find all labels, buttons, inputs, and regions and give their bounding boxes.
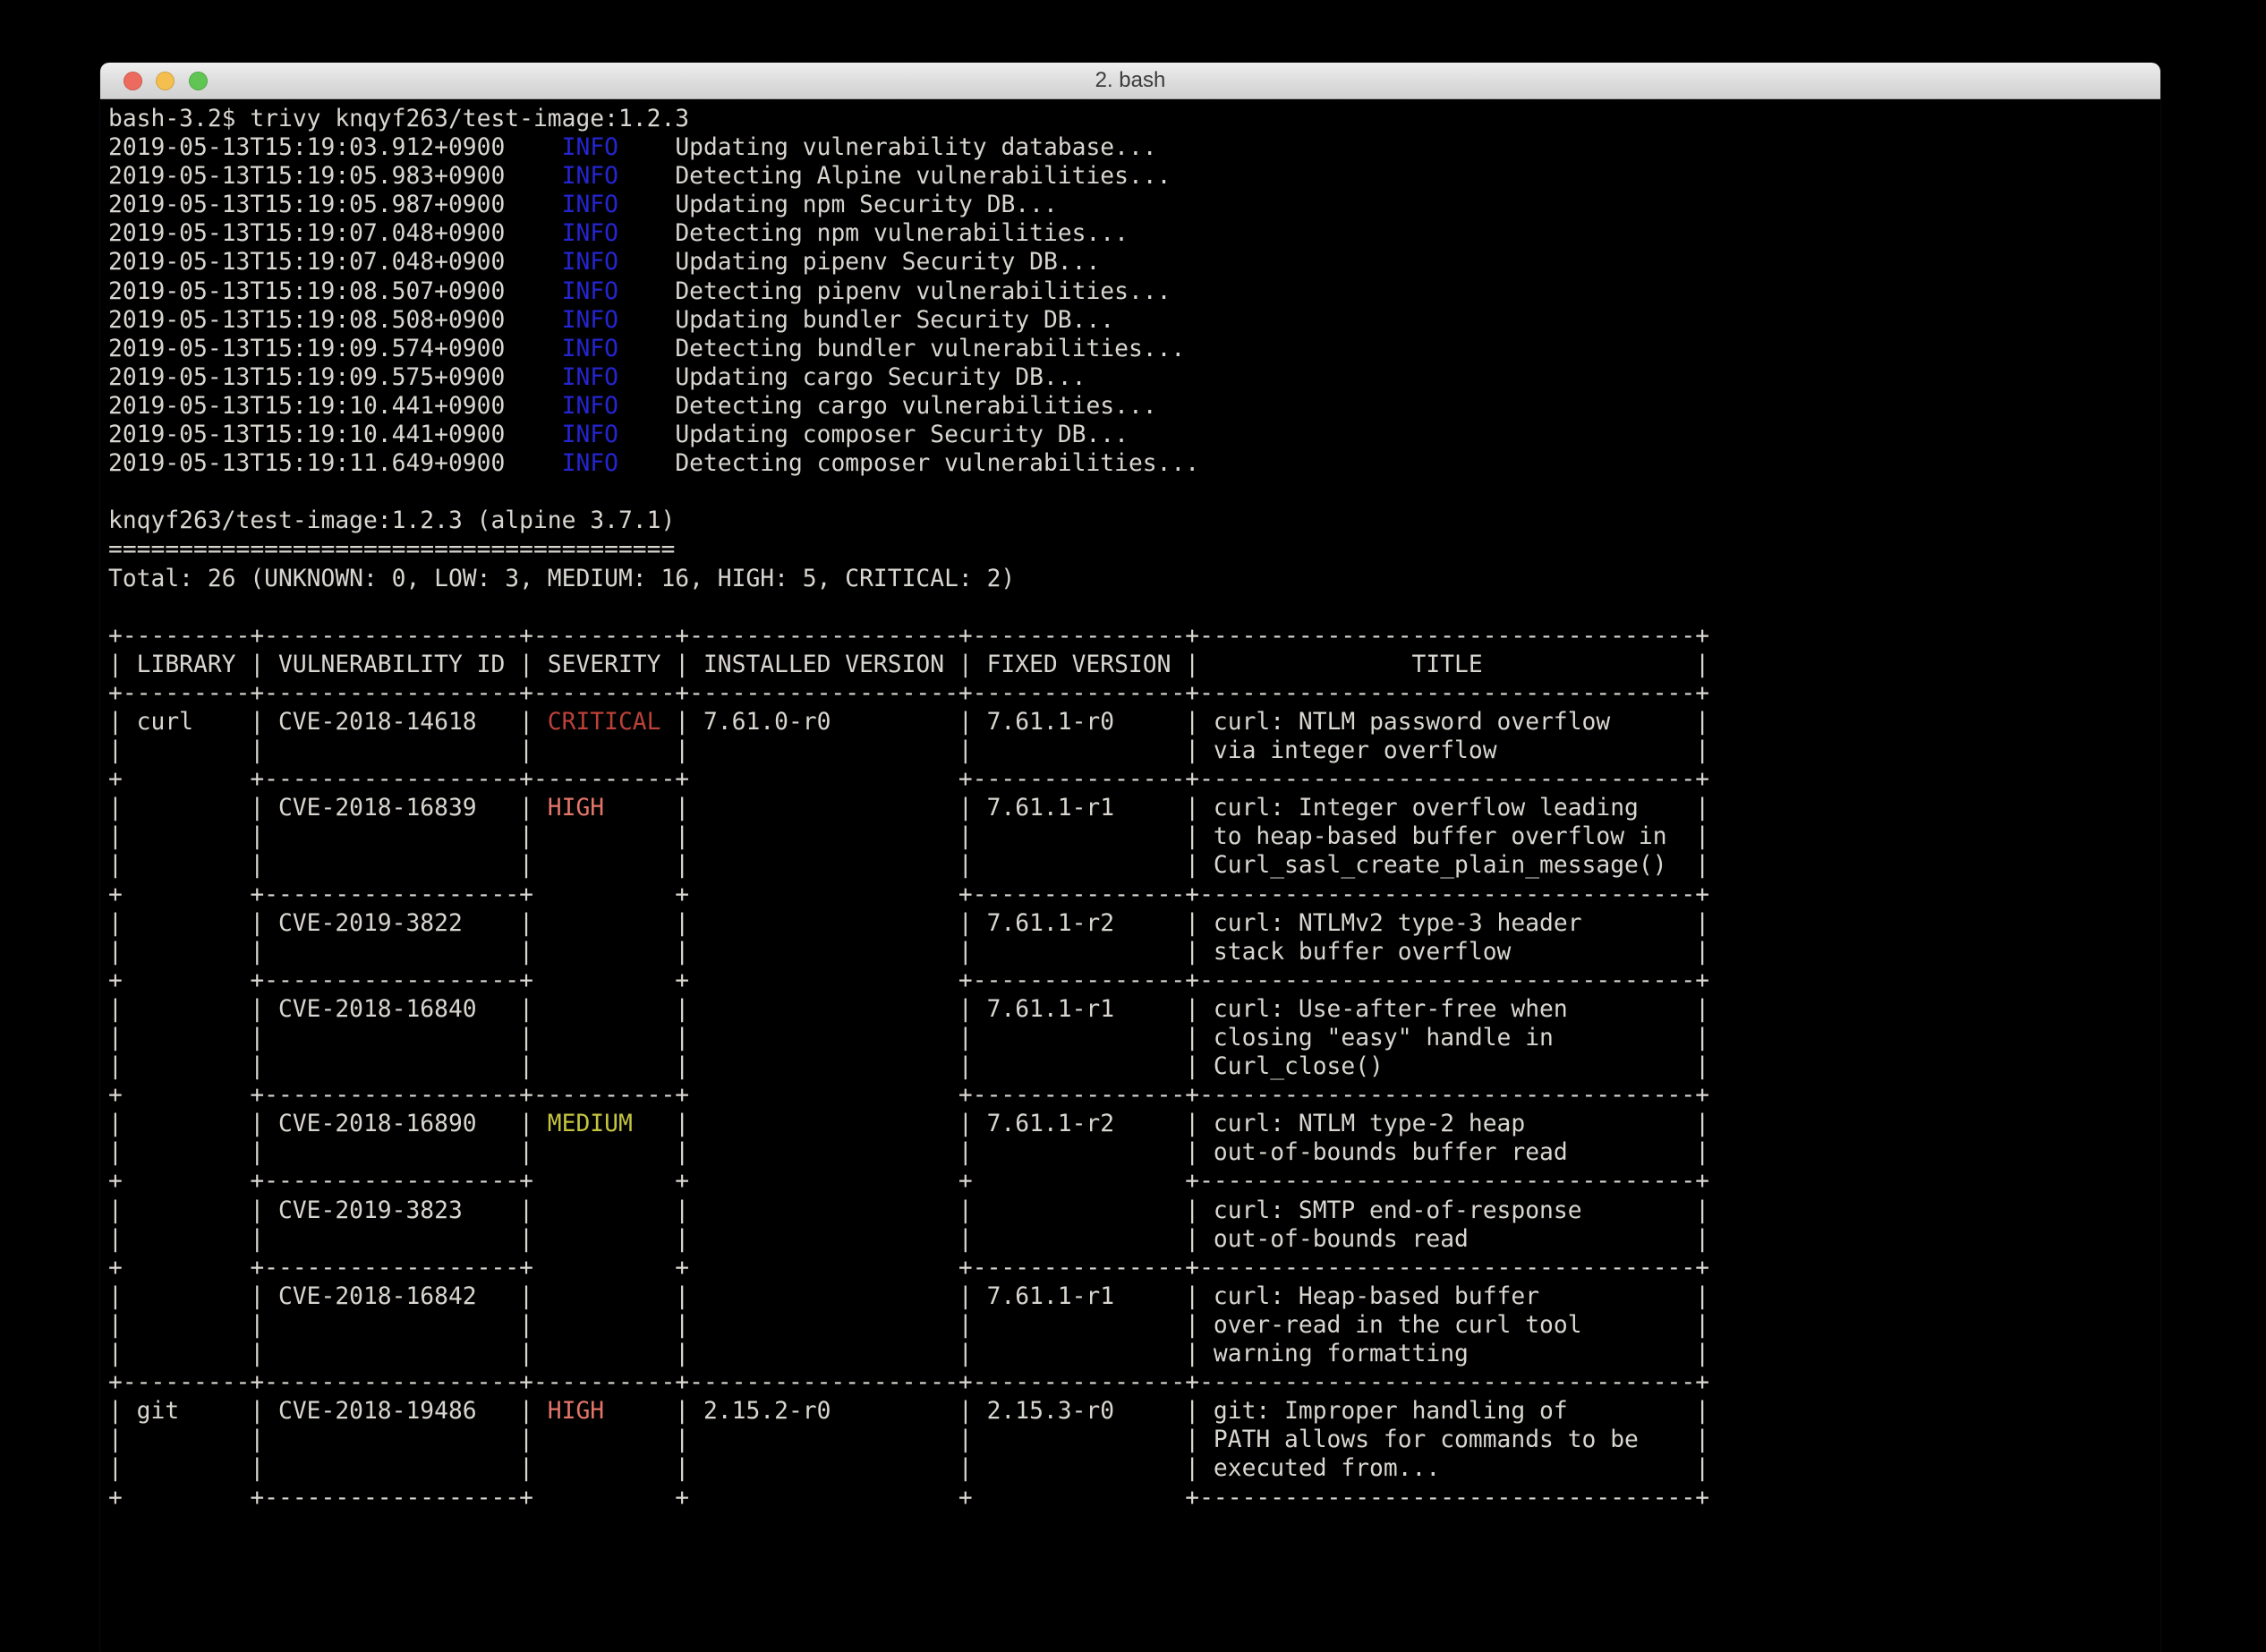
terminal-line: | | | | | | to heap-based buffer overflo…	[108, 822, 2160, 851]
terminal-line: 2019-05-13T15:19:09.575+0900 INFO Updati…	[108, 363, 2160, 392]
terminal-line: | LIBRARY | VULNERABILITY ID | SEVERITY …	[108, 651, 2160, 679]
terminal-line: + +------------------+----------+ +-----…	[108, 765, 2160, 794]
terminal-line: 2019-05-13T15:19:05.983+0900 INFO Detect…	[108, 162, 2160, 191]
terminal-line: | | | | | | warning formatting |	[108, 1340, 2160, 1368]
terminal-output: bash-3.2$ trivy knqyf263/test-image:1.2.…	[100, 99, 2160, 1512]
window-titlebar[interactable]: 2. bash	[100, 63, 2160, 99]
terminal-line: + +------------------+ + + +------------…	[108, 1484, 2160, 1512]
terminal-line: + +------------------+----------+ +-----…	[108, 1081, 2160, 1110]
terminal-line: | | | | | | Curl_sasl_create_plain_messa…	[108, 851, 2160, 880]
terminal-line: +---------+------------------+----------…	[108, 622, 2160, 651]
terminal-line: + +------------------+ + +--------------…	[108, 881, 2160, 909]
terminal-line: 2019-05-13T15:19:09.574+0900 INFO Detect…	[108, 335, 2160, 363]
terminal-line: | | CVE-2019-3823 | | | | curl: SMTP end…	[108, 1196, 2160, 1225]
terminal-line: | | | | | | PATH allows for commands to …	[108, 1426, 2160, 1454]
terminal-window: 2. bash bash-3.2$ trivy knqyf263/test-im…	[100, 63, 2160, 1652]
terminal-line: | | | | | | out-of-bounds buffer read |	[108, 1138, 2160, 1167]
terminal-line: | | CVE-2018-16842 | | | 7.61.1-r1 | cur…	[108, 1282, 2160, 1311]
terminal-line: | | | | | | Curl_close() |	[108, 1052, 2160, 1081]
terminal-line: 2019-05-13T15:19:10.441+0900 INFO Detect…	[108, 392, 2160, 421]
minimize-button[interactable]	[156, 72, 175, 90]
terminal-line: +---------+------------------+----------…	[108, 679, 2160, 708]
terminal-line: | | | | | | closing "easy" handle in |	[108, 1024, 2160, 1052]
terminal-line: | | | | | | executed from... |	[108, 1454, 2160, 1483]
terminal-line: | | | | | | via integer overflow |	[108, 737, 2160, 765]
terminal-line	[108, 593, 2160, 622]
terminal-line: + +------------------+ + +--------------…	[108, 1254, 2160, 1282]
terminal-line: | curl | CVE-2018-14618 | CRITICAL | 7.6…	[108, 708, 2160, 737]
terminal-line: 2019-05-13T15:19:07.048+0900 INFO Detect…	[108, 219, 2160, 248]
terminal-line: 2019-05-13T15:19:08.507+0900 INFO Detect…	[108, 277, 2160, 306]
terminal-line: Total: 26 (UNKNOWN: 0, LOW: 3, MEDIUM: 1…	[108, 565, 2160, 593]
zoom-button[interactable]	[189, 72, 208, 90]
terminal-line	[108, 478, 2160, 507]
terminal-line: | | CVE-2018-16840 | | | 7.61.1-r1 | cur…	[108, 995, 2160, 1024]
terminal-line: | | CVE-2018-16890 | MEDIUM | | 7.61.1-r…	[108, 1110, 2160, 1138]
terminal-line: + +------------------+ + + +------------…	[108, 1167, 2160, 1196]
terminal-line: +---------+------------------+----------…	[108, 1368, 2160, 1397]
terminal-line: | | | | | | out-of-bounds read |	[108, 1225, 2160, 1254]
terminal-line: 2019-05-13T15:19:03.912+0900 INFO Updati…	[108, 133, 2160, 162]
terminal-line: 2019-05-13T15:19:11.649+0900 INFO Detect…	[108, 449, 2160, 478]
terminal-line: knqyf263/test-image:1.2.3 (alpine 3.7.1)	[108, 507, 2160, 535]
terminal-line: | | | | | | stack buffer overflow |	[108, 938, 2160, 967]
terminal-line: | | CVE-2019-3822 | | | 7.61.1-r2 | curl…	[108, 909, 2160, 938]
close-button[interactable]	[124, 72, 142, 90]
terminal-line: | | | | | | over-read in the curl tool |	[108, 1311, 2160, 1340]
terminal-line: ========================================	[108, 535, 2160, 564]
terminal-line: | git | CVE-2018-19486 | HIGH | 2.15.2-r…	[108, 1397, 2160, 1426]
terminal-line: | | CVE-2018-16839 | HIGH | | 7.61.1-r1 …	[108, 794, 2160, 822]
terminal-line: + +------------------+ + +--------------…	[108, 967, 2160, 995]
terminal-line: 2019-05-13T15:19:08.508+0900 INFO Updati…	[108, 306, 2160, 335]
terminal-line: 2019-05-13T15:19:07.048+0900 INFO Updati…	[108, 248, 2160, 277]
terminal-line: 2019-05-13T15:19:10.441+0900 INFO Updati…	[108, 421, 2160, 449]
terminal-line: bash-3.2$ trivy knqyf263/test-image:1.2.…	[108, 105, 2160, 133]
terminal-line: 2019-05-13T15:19:05.987+0900 INFO Updati…	[108, 191, 2160, 219]
window-title: 2. bash	[1095, 68, 1166, 93]
